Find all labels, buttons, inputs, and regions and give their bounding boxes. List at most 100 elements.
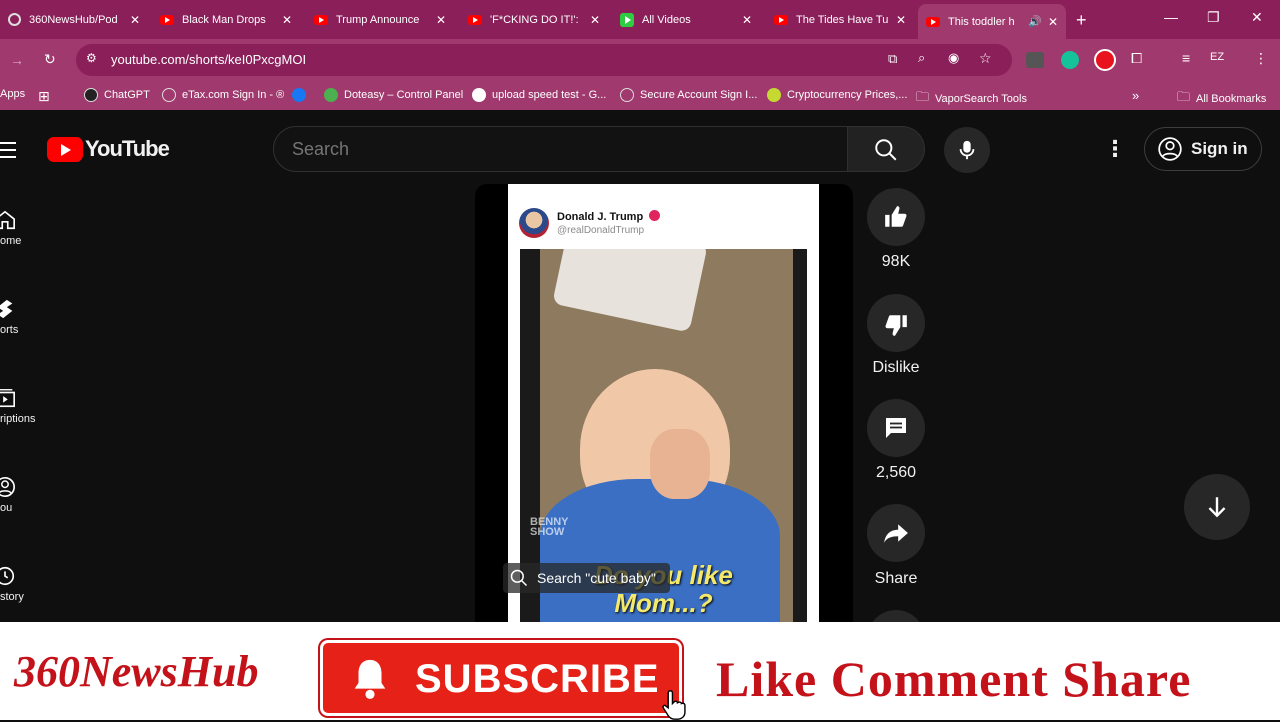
nav-subscriptions[interactable]: riptions xyxy=(0,386,60,425)
tab-toddler-active[interactable]: This toddler h 🔊 ✕ xyxy=(918,4,1066,39)
video-watermark: BENNY SHOW xyxy=(530,516,569,538)
tab-title: The Tides Have Tu xyxy=(796,13,889,26)
nav-you[interactable]: ou xyxy=(0,475,60,514)
comments-button[interactable] xyxy=(867,399,925,457)
bookmark-grid[interactable]: ⊞ xyxy=(38,88,50,105)
thumbs-down-icon xyxy=(885,315,907,336)
nav-shorts[interactable]: orts xyxy=(0,297,60,336)
extensions-puzzle-icon[interactable]: ⧠ xyxy=(1131,50,1142,67)
bookmark-doteasy[interactable]: Doteasy – Control Panel xyxy=(324,88,463,102)
browser-tab-strip: 360NewsHub/Pod ✕ Black Man Drops ✕ Trump… xyxy=(0,0,1280,39)
logo-text: YouTube xyxy=(85,136,170,161)
subscribe-button[interactable]: SUBSCRIBE xyxy=(320,640,682,716)
bookmark-label: Cryptocurrency Prices,... xyxy=(787,89,908,101)
tab-title: Trump Announce xyxy=(336,13,420,26)
url-text[interactable]: youtube.com/shorts/keI0PxcgMOI xyxy=(111,52,306,67)
speaker-icon[interactable]: 🔊 xyxy=(1028,15,1042,28)
bell-icon xyxy=(354,659,386,699)
all-bookmarks[interactable]: 🗀 All Bookmarks xyxy=(1177,88,1266,110)
youtube-icon xyxy=(314,14,328,25)
tab-all-videos[interactable]: All Videos ✕ xyxy=(612,6,760,33)
restore-icon[interactable]: ❐ xyxy=(1207,9,1220,26)
verified-badge-icon xyxy=(649,210,661,221)
nav-label: ome xyxy=(0,235,22,247)
link-icon xyxy=(162,88,176,102)
bookmark-vaporsearch[interactable]: 🗀 VaporSearch Tools xyxy=(916,88,1027,110)
reading-list-icon[interactable]: ≡ xyxy=(1182,50,1190,66)
search-icon xyxy=(875,139,897,161)
doteasy-icon xyxy=(324,88,338,102)
google-icon xyxy=(472,88,486,102)
settings-dots-icon[interactable]: ⋮ xyxy=(1104,136,1126,162)
grammarly-icon[interactable] xyxy=(1061,51,1079,69)
search-input[interactable] xyxy=(292,137,812,161)
tab-title: 'F*CKING DO IT!': xyxy=(490,13,579,26)
tab-360newshub[interactable]: 360NewsHub/Pod ✕ xyxy=(0,6,148,33)
bookmark-chatgpt[interactable]: ChatGPT xyxy=(84,88,150,102)
bookmark-apps[interactable]: Apps xyxy=(0,88,25,100)
sign-in-button[interactable]: Sign in xyxy=(1144,127,1262,171)
more-bookmarks[interactable]: » xyxy=(1132,88,1139,103)
reload-icon[interactable]: ↻ xyxy=(44,51,56,68)
like-button[interactable] xyxy=(867,188,925,246)
bookmarks-bar: Apps ⊞ ChatGPT eTax.com Sign In - ® Dote… xyxy=(0,82,1280,110)
close-icon[interactable]: ✕ xyxy=(590,13,600,27)
eye-off-icon[interactable]: ◉ xyxy=(948,50,959,66)
search-button[interactable] xyxy=(848,126,925,172)
hamburger-menu-icon[interactable] xyxy=(0,142,16,158)
tab-do-it[interactable]: 'F*CKING DO IT!': ✕ xyxy=(460,6,608,33)
voice-search-button[interactable] xyxy=(944,127,990,173)
post-card: Donald J. Trump @realDonaldTrump BENNY S… xyxy=(508,184,819,622)
bookmark-label: VaporSearch Tools xyxy=(935,93,1027,105)
address-bar[interactable]: ⚙ youtube.com/shorts/keI0PxcgMOI ⧉ ⌕ ◉ ☆ xyxy=(76,44,1012,76)
bookmark-etax[interactable]: eTax.com Sign In - ® xyxy=(162,88,284,102)
author-handle: @realDonaldTrump xyxy=(557,225,645,236)
zoom-icon[interactable]: ⌕ xyxy=(918,50,925,66)
globe-icon xyxy=(8,13,21,26)
bookmark-label: Doteasy – Control Panel xyxy=(344,89,464,101)
dislike-button[interactable] xyxy=(867,294,925,352)
close-icon[interactable]: ✕ xyxy=(130,13,140,27)
like-comment-share-text: Like Comment Share xyxy=(716,651,1192,707)
shorts-video-player[interactable]: Donald J. Trump @realDonaldTrump BENNY S… xyxy=(475,184,853,622)
related-search-chip[interactable]: Search "cute baby" xyxy=(503,563,670,593)
tab-tides-have-turned[interactable]: The Tides Have Tu ✕ xyxy=(766,6,914,33)
nav-home[interactable]: ome xyxy=(0,208,60,247)
next-video-button[interactable] xyxy=(1184,474,1250,540)
new-tab-icon[interactable]: + xyxy=(1076,10,1087,31)
extension-icon[interactable] xyxy=(1026,52,1044,68)
minimize-icon[interactable]: — xyxy=(1164,9,1178,25)
author-name-text: Donald J. Trump xyxy=(557,211,644,223)
close-icon[interactable]: ✕ xyxy=(282,13,292,27)
close-icon[interactable]: ✕ xyxy=(896,13,906,27)
nav-label: riptions xyxy=(0,413,36,425)
close-icon[interactable]: ✕ xyxy=(436,13,446,27)
browser-toolbar: → ↻ ⚙ youtube.com/shorts/keI0PxcgMOI ⧉ ⌕… xyxy=(0,39,1280,82)
tab-title: 360NewsHub/Pod xyxy=(29,13,118,26)
chevron-double-right-icon: » xyxy=(1132,88,1140,103)
close-icon[interactable]: ✕ xyxy=(742,13,752,27)
site-info-icon[interactable]: ⚙ xyxy=(86,51,97,65)
close-window-icon[interactable]: ✕ xyxy=(1251,9,1263,26)
tab-black-man-drops[interactable]: Black Man Drops ✕ xyxy=(152,6,300,33)
bookmark-facebook[interactable] xyxy=(292,88,312,102)
share-button[interactable] xyxy=(867,504,925,562)
bookmark-label: All Bookmarks xyxy=(1196,93,1267,105)
adblock-icon[interactable] xyxy=(1094,49,1116,71)
youtube-logo[interactable]: YouTube xyxy=(47,136,170,162)
menu-dots-icon[interactable]: ⋮ xyxy=(1254,50,1268,67)
forward-icon[interactable]: → xyxy=(10,52,24,68)
bookmark-speed-test[interactable]: upload speed test - G... xyxy=(472,88,606,102)
install-app-icon[interactable]: ⧉ xyxy=(888,51,897,67)
bookmark-star-icon[interactable]: ☆ xyxy=(979,50,992,67)
nav-history[interactable]: story xyxy=(0,564,60,603)
home-icon xyxy=(0,210,15,230)
thumbs-up-icon xyxy=(885,206,907,227)
search-box[interactable] xyxy=(273,126,848,172)
bookmark-secure-account[interactable]: Secure Account Sign I... xyxy=(620,88,757,102)
tab-trump-announces[interactable]: Trump Announce ✕ xyxy=(306,6,454,33)
promo-banner: 360NewsHub SUBSCRIBE Like Comment Share xyxy=(0,622,1280,720)
bookmark-crypto[interactable]: Cryptocurrency Prices,... xyxy=(767,88,907,102)
close-icon[interactable]: ✕ xyxy=(1048,15,1058,29)
profile-avatar[interactable]: EZ xyxy=(1210,51,1224,63)
